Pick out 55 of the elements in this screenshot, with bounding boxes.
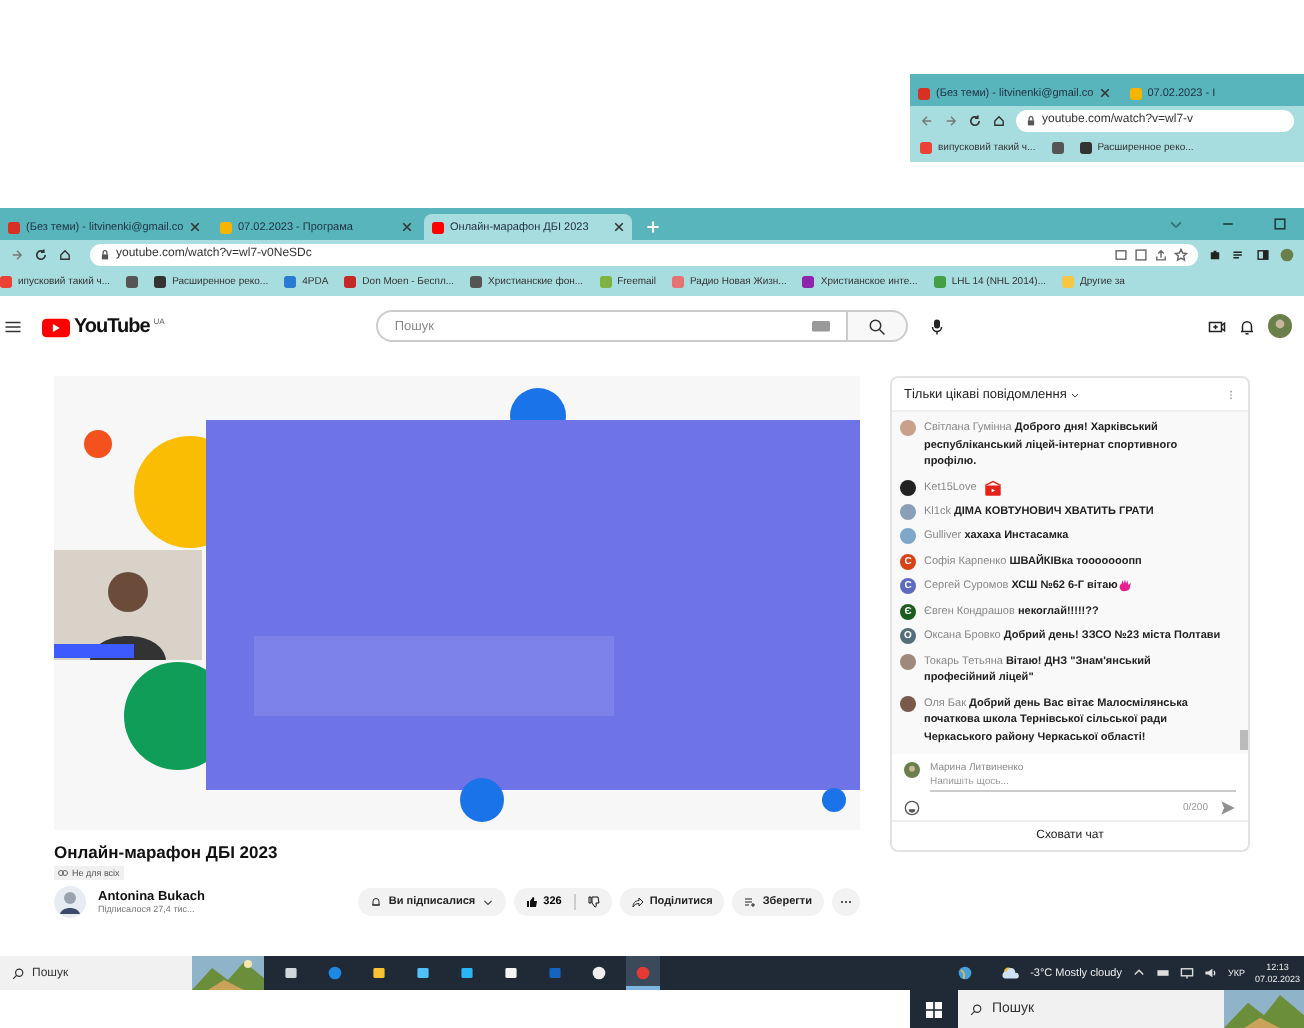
close-icon[interactable] xyxy=(1099,88,1110,98)
close-icon[interactable] xyxy=(402,222,412,232)
microphone-icon[interactable] xyxy=(928,317,947,335)
send-icon[interactable] xyxy=(1220,800,1236,816)
caret-icon xyxy=(481,896,494,908)
reload-icon[interactable] xyxy=(968,113,982,127)
bell-icon[interactable] xyxy=(1238,317,1256,335)
search-icon xyxy=(12,967,24,979)
playlist-add-icon xyxy=(744,896,757,908)
keyboard-icon[interactable] xyxy=(812,317,831,335)
bookmark[interactable] xyxy=(1051,142,1064,154)
close-icon[interactable] xyxy=(190,222,200,232)
back-icon[interactable] xyxy=(920,113,934,127)
avatar-icon[interactable] xyxy=(1280,247,1294,261)
search-button[interactable] xyxy=(848,310,909,342)
user-avatar[interactable] xyxy=(900,479,916,495)
dislike-icon[interactable] xyxy=(587,896,600,908)
monitor-icon[interactable] xyxy=(1179,966,1194,980)
globe-icon[interactable] xyxy=(958,966,973,980)
video-title: Онлайн-марафон ДБІ 2023 xyxy=(54,842,280,862)
extensions-icon[interactable] xyxy=(1208,247,1222,261)
speaker-icon[interactable] xyxy=(1203,966,1218,980)
share-icon xyxy=(631,896,644,908)
cloud-icon xyxy=(1002,966,1021,980)
close-icon[interactable] xyxy=(614,222,624,232)
side-panel-icon[interactable] xyxy=(1256,247,1270,261)
gift-icon xyxy=(984,479,1003,495)
reading-list-icon[interactable] xyxy=(1232,247,1246,261)
share-icon[interactable] xyxy=(1154,247,1168,261)
search-icon xyxy=(868,317,887,335)
channel-avatar[interactable] xyxy=(54,886,86,918)
forward-icon[interactable] xyxy=(10,247,24,261)
browser-icon[interactable] xyxy=(626,956,660,990)
home-icon[interactable] xyxy=(58,247,72,261)
link-icon xyxy=(58,870,68,876)
waving-hand-icon xyxy=(1117,578,1132,593)
lock-icon xyxy=(100,249,110,259)
install-icon[interactable] xyxy=(1114,247,1128,261)
thumbs-up-icon xyxy=(525,896,538,908)
lock-icon xyxy=(1026,115,1036,125)
search-icon xyxy=(970,1003,982,1015)
bookmark[interactable] xyxy=(126,276,139,288)
emoji-icon[interactable] xyxy=(904,800,920,816)
reload-icon[interactable] xyxy=(34,247,48,261)
bell-icon xyxy=(370,896,383,908)
create-icon[interactable] xyxy=(1208,317,1226,335)
menu-icon[interactable] xyxy=(4,317,22,335)
translate-icon[interactable] xyxy=(1134,247,1148,261)
windows-icon[interactable] xyxy=(926,1001,942,1017)
forward-icon[interactable] xyxy=(944,113,958,127)
user-avatar xyxy=(904,762,920,778)
star-icon[interactable] xyxy=(1174,247,1188,261)
avatar-icon[interactable] xyxy=(1268,314,1292,338)
maximize-icon[interactable] xyxy=(1272,216,1288,232)
home-icon[interactable] xyxy=(992,113,1006,127)
